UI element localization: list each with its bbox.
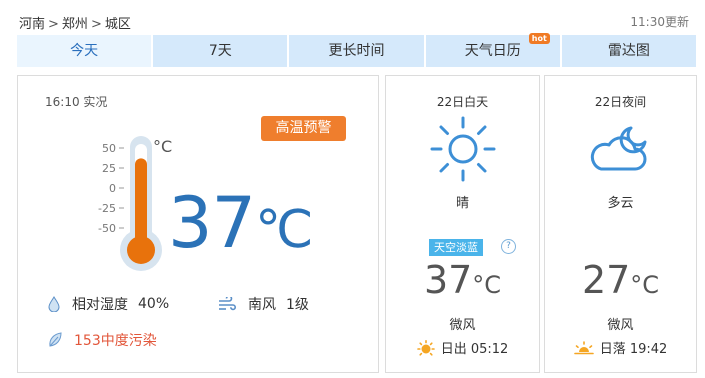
wind-level: 1级 xyxy=(286,297,309,313)
thermometer-tick-label: -25 xyxy=(98,202,116,215)
daytime-wind: 微风 xyxy=(449,318,476,333)
observation-time: 16:10 实况 xyxy=(45,95,108,109)
night-condition: 多云 xyxy=(607,196,634,211)
thermometer-tick-label: -50 xyxy=(98,222,116,235)
heat-alert-button[interactable]: 高温预警 xyxy=(261,116,346,141)
current-temperature-unit: ℃ xyxy=(255,200,313,260)
night-temperature-value: 27 xyxy=(581,258,631,302)
current-weather-card: 16:10 实况 高温预警 °C 50 25 0 -25 -50 37℃ 相对湿度 40%… xyxy=(17,75,379,373)
pollution-level: 153中度污染 xyxy=(74,333,157,349)
sunset-row: 日落 19:42 xyxy=(545,338,696,357)
thermometer-tick-label: 25 xyxy=(102,162,116,175)
tab-7days[interactable]: 7天 xyxy=(153,35,288,67)
thermometer-unit: °C xyxy=(153,137,172,156)
daytime-temperature-unit: °C xyxy=(472,271,502,299)
wind-row: 南风 1级 xyxy=(218,294,309,314)
night-wind: 微风 xyxy=(607,318,634,333)
breadcrumb-separator: > xyxy=(48,17,59,32)
humidity-row: 相对湿度 40% xyxy=(48,294,169,314)
humidity-label: 相对湿度 xyxy=(72,297,128,313)
humidity-drop-icon xyxy=(48,296,60,312)
pollution-row[interactable]: 153中度污染 xyxy=(48,330,157,350)
humidity-value: 40% xyxy=(138,296,170,312)
sunset-icon xyxy=(573,340,594,354)
thermometer-tick-label: 0 xyxy=(109,182,116,195)
daytime-temperature-value: 37 xyxy=(423,258,473,302)
breadcrumb-district[interactable]: 城区 xyxy=(105,17,131,32)
daytime-temperature: 37°C xyxy=(386,261,539,299)
sunrise-icon xyxy=(416,339,435,356)
wind-icon xyxy=(219,297,236,311)
daytime-title: 22日白天 xyxy=(436,95,489,109)
help-icon[interactable]: ? xyxy=(501,239,516,254)
leaf-icon xyxy=(49,332,62,347)
tab-long-term[interactable]: 更长时间 xyxy=(289,35,424,67)
night-title: 22日夜间 xyxy=(594,95,647,109)
update-time: 11:30更新 xyxy=(630,15,689,29)
current-temperature-value: 37 xyxy=(168,182,256,264)
air-quality-badge[interactable]: 天空淡蓝 xyxy=(429,239,483,256)
forecast-tabs: 今天 7天 更长时间 天气日历 hot 雷达图 xyxy=(17,33,697,67)
breadcrumb-province[interactable]: 河南 xyxy=(19,17,45,32)
breadcrumb: 河南 > 郑州 > 城区 xyxy=(19,13,131,32)
sunrise-time: 日出 05:12 xyxy=(440,342,509,357)
cloudy-night-icon xyxy=(590,126,646,171)
sunset-time: 日落 19:42 xyxy=(599,342,668,357)
night-temperature: 27°C xyxy=(545,261,696,299)
thermometer-tick-label: 50 xyxy=(102,142,116,155)
tab-radar[interactable]: 雷达图 xyxy=(561,35,697,67)
daytime-condition: 晴 xyxy=(455,196,469,211)
night-temperature-unit: °C xyxy=(630,271,660,299)
tab-weather-calendar[interactable]: 天气日历 hot xyxy=(425,33,560,67)
breadcrumb-separator: > xyxy=(90,17,102,32)
night-forecast-card: 22日夜间 多云 27°C 微风 日落 19:42 xyxy=(544,75,697,373)
daytime-forecast-card: 22日白天 晴 天空淡蓝 ? 37°C 微风 日出 05:12 xyxy=(385,75,540,373)
sunrise-row: 日出 05:12 xyxy=(386,338,539,357)
breadcrumb-city[interactable]: 郑州 xyxy=(62,17,88,32)
tab-today[interactable]: 今天 xyxy=(17,35,152,67)
wind-direction: 南风 xyxy=(248,297,276,313)
tab-weather-calendar-label: 天气日历 xyxy=(464,43,521,59)
hot-badge: hot xyxy=(528,33,550,44)
sunny-icon xyxy=(430,116,495,182)
current-temperature: 37℃ xyxy=(168,188,313,260)
